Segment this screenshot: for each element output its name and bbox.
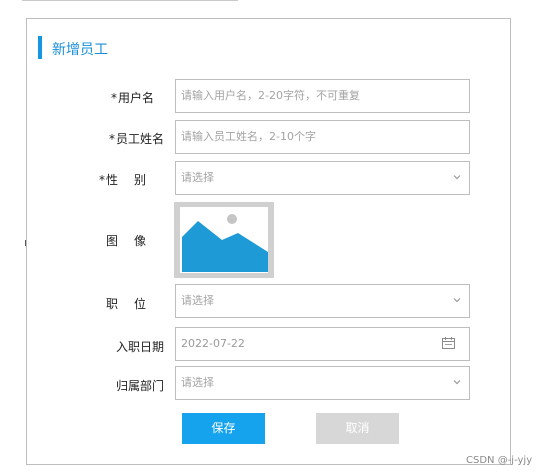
employee-name-label: *员工姓名	[108, 132, 164, 146]
watermark: CSDN @-j-yjy	[466, 455, 533, 466]
hire-date-picker[interactable]: 2022-07-22	[175, 327, 470, 361]
department-label: 归属部门	[115, 379, 164, 393]
gender-label: *性别	[98, 173, 162, 187]
required-mark: *	[108, 132, 115, 146]
image-placeholder-icon	[174, 202, 274, 278]
hire-date-value: 2022-07-22	[181, 337, 245, 350]
gender-select[interactable]: 请选择	[175, 161, 470, 195]
department-select[interactable]: 请选择	[175, 366, 470, 400]
position-placeholder: 请选择	[181, 294, 214, 307]
top-divider	[22, 0, 238, 1]
username-input[interactable]: 请输入用户名，2-20字符，不可重复	[175, 79, 470, 113]
page-title: 新增员工	[52, 42, 108, 58]
chevron-down-icon	[453, 380, 461, 385]
username-label: *用户名	[110, 91, 154, 105]
hire-date-label: 入职日期	[115, 340, 164, 354]
employee-name-input[interactable]: 请输入员工姓名，2-10个字	[175, 120, 470, 154]
gender-placeholder: 请选择	[181, 171, 214, 184]
avatar-label: 图像	[105, 234, 162, 248]
chevron-down-icon	[453, 175, 461, 180]
required-mark: *	[110, 91, 117, 105]
employee-name-placeholder: 请输入员工姓名，2-10个字	[181, 130, 316, 143]
department-placeholder: 请选择	[181, 376, 214, 389]
avatar-upload[interactable]	[174, 202, 274, 278]
save-button[interactable]: 保存	[182, 413, 265, 444]
cancel-button[interactable]: 取消	[316, 413, 399, 444]
title-accent-bar	[38, 36, 42, 59]
chevron-down-icon	[453, 298, 461, 303]
username-placeholder: 请输入用户名，2-20字符，不可重复	[181, 89, 360, 102]
position-select[interactable]: 请选择	[175, 284, 470, 318]
calendar-icon[interactable]	[442, 337, 455, 349]
required-mark: *	[98, 173, 105, 187]
position-label: 职位	[105, 297, 162, 311]
